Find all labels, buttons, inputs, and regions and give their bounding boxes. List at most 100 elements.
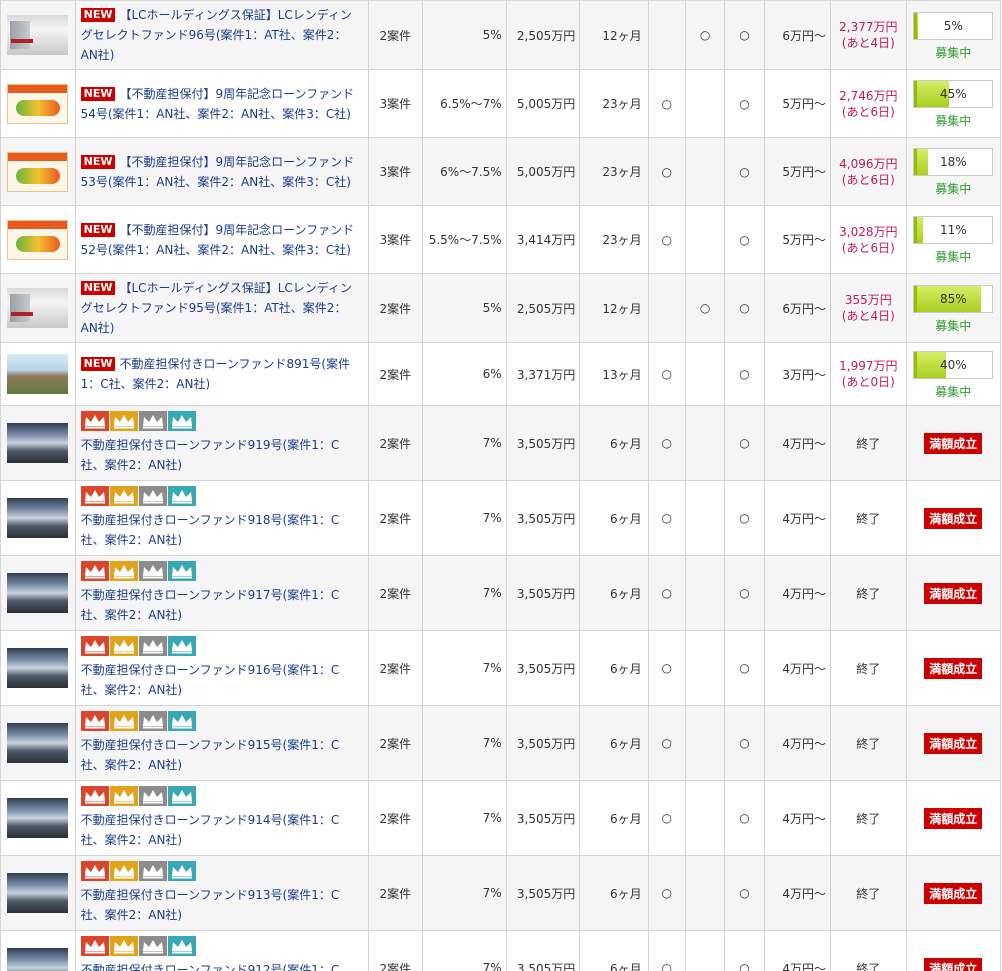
fund-thumbnail-cell[interactable] — [0, 137, 76, 206]
fund-row[interactable]: 不動産担保付きローンファンド913号(案件1：C社、案件2：AN社) 2案件 7… — [0, 855, 1002, 931]
fund-title-link[interactable]: 【不動産担保付】9周年記念ローンファンド52号(案件1：AN社、案件2：AN社、… — [81, 223, 355, 257]
fund-thumbnail-cell[interactable] — [0, 630, 76, 706]
mark-2 — [684, 205, 726, 274]
fund-row[interactable]: NEW 【不動産担保付】9周年記念ローンファンド52号(案件1：AN社、案件2：A… — [0, 205, 1002, 274]
status-cell: 満額成立 — [905, 930, 1002, 971]
fund-thumbnail[interactable] — [7, 15, 69, 55]
fund-row[interactable]: 不動産担保付きローンファンド914号(案件1：C社、案件2：AN社) 2案件 7… — [0, 780, 1002, 856]
fund-thumbnail[interactable] — [7, 83, 69, 124]
mark-3: ○ — [724, 137, 765, 206]
fund-amount: 3,505万円 — [505, 405, 581, 481]
min-investment: 4万円〜 — [763, 705, 831, 781]
fund-title-link[interactable]: 【LCホールディングス保証】LCレンディングセレクトファンド95号(案件1：AT… — [81, 281, 352, 335]
interest-rate: 7% — [421, 705, 507, 781]
fund-thumbnail-cell[interactable] — [0, 205, 76, 274]
fund-row[interactable]: NEW 【不動産担保付】9周年記念ローンファンド53号(案件1：AN社、案件2：A… — [0, 137, 1002, 206]
fund-thumbnail[interactable] — [7, 423, 69, 463]
mark-3: ○ — [724, 930, 765, 971]
crown-rank-icon — [138, 561, 167, 581]
fund-title-link[interactable]: 不動産担保付きローンファンド916号(案件1：C社、案件2：AN社) — [81, 663, 340, 697]
fund-row[interactable]: 不動産担保付きローンファンド912号(案件1：C社、案件2：AN社) 2案件 7… — [0, 930, 1002, 971]
fund-thumbnail-cell[interactable] — [0, 780, 76, 856]
mark-2 — [684, 930, 726, 971]
fund-thumbnail-cell[interactable] — [0, 855, 76, 931]
fund-row[interactable]: 不動産担保付きローンファンド915号(案件1：C社、案件2：AN社) 2案件 7… — [0, 705, 1002, 781]
rating-crowns — [80, 711, 363, 733]
fund-thumbnail-cell[interactable] — [0, 273, 76, 343]
fund-thumbnail-cell[interactable] — [0, 930, 76, 971]
fund-thumbnail[interactable] — [7, 498, 69, 538]
fund-row[interactable]: NEW 【LCホールディングス保証】LCレンディングセレクトファンド95号(案件1… — [0, 273, 1002, 343]
new-badge: NEW — [80, 222, 116, 237]
fund-amount: 3,505万円 — [505, 480, 581, 556]
fund-title-link[interactable]: 不動産担保付きローンファンド915号(案件1：C社、案件2：AN社) — [81, 738, 340, 772]
fund-title-link[interactable]: 不動産担保付きローンファンド917号(案件1：C社、案件2：AN社) — [81, 588, 340, 622]
fund-term: 6ヶ月 — [579, 930, 649, 971]
fund-thumbnail[interactable] — [7, 151, 69, 192]
interest-rate: 7% — [421, 405, 507, 481]
fund-title-link[interactable]: 不動産担保付きローンファンド919号(案件1：C社、案件2：AN社) — [81, 438, 340, 472]
fund-thumbnail[interactable] — [7, 948, 69, 971]
fund-row[interactable]: 不動産担保付きローンファンド919号(案件1：C社、案件2：AN社) 2案件 7… — [0, 405, 1002, 481]
interest-rate: 6.5%〜7% — [421, 69, 507, 138]
fund-title-link[interactable]: 不動産担保付きローンファンド914号(案件1：C社、案件2：AN社) — [81, 813, 340, 847]
fund-row[interactable]: 不動産担保付きローンファンド917号(案件1：C社、案件2：AN社) 2案件 7… — [0, 555, 1002, 631]
fund-title-link[interactable]: 不動産担保付きローンファンド913号(案件1：C社、案件2：AN社) — [81, 888, 340, 922]
fund-title-link[interactable]: 【不動産担保付】9周年記念ローンファンド54号(案件1：AN社、案件2：AN社、… — [81, 87, 355, 121]
crown-rank-icon — [80, 786, 109, 806]
fund-title-link[interactable]: 【LCホールディングス保証】LCレンディングセレクトファンド96号(案件1：AT… — [81, 8, 352, 62]
rating-crowns — [80, 861, 363, 883]
fund-thumbnail-cell[interactable] — [0, 342, 76, 406]
days-left: (あと6日) — [841, 240, 895, 255]
fund-thumbnail[interactable] — [7, 723, 69, 763]
status-cell: 満額成立 — [905, 705, 1002, 781]
fund-thumbnail-cell[interactable] — [0, 705, 76, 781]
fund-thumbnail-cell[interactable] — [0, 555, 76, 631]
case-count: 2案件 — [367, 630, 423, 706]
remaining-amount: 終了 — [856, 961, 881, 971]
fund-row[interactable]: 不動産担保付きローンファンド918号(案件1：C社、案件2：AN社) 2案件 7… — [0, 480, 1002, 556]
fund-thumbnail[interactable] — [7, 219, 69, 260]
fund-row[interactable]: 不動産担保付きローンファンド916号(案件1：C社、案件2：AN社) 2案件 7… — [0, 630, 1002, 706]
fund-thumbnail[interactable] — [7, 798, 69, 838]
remaining-cell: 終了 — [829, 855, 907, 931]
fund-row[interactable]: NEW 【不動産担保付】9周年記念ローンファンド54号(案件1：AN社、案件2：A… — [0, 69, 1002, 138]
interest-rate: 7% — [421, 480, 507, 556]
case-count: 2案件 — [367, 273, 423, 343]
fund-title-link[interactable]: 【不動産担保付】9周年記念ローンファンド53号(案件1：AN社、案件2：AN社、… — [81, 155, 355, 189]
fund-amount: 3,505万円 — [505, 780, 581, 856]
fund-row[interactable]: NEW 不動産担保付きローンファンド891号(案件1：C社、案件2：AN社) 2案… — [0, 342, 1002, 406]
fund-thumbnail-cell[interactable] — [0, 69, 76, 138]
fund-amount: 5,005万円 — [505, 69, 581, 138]
fund-amount: 3,414万円 — [505, 205, 581, 274]
fund-thumbnail-cell[interactable] — [0, 405, 76, 481]
remaining-cell: 3,028万円 (あと6日) — [829, 205, 907, 274]
fund-thumbnail[interactable] — [7, 354, 69, 394]
mark-3: ○ — [724, 705, 765, 781]
fund-title-link[interactable]: 不動産担保付きローンファンド918号(案件1：C社、案件2：AN社) — [81, 513, 340, 547]
fund-thumbnail-cell[interactable] — [0, 480, 76, 556]
fund-thumbnail-cell[interactable] — [0, 0, 76, 70]
mark-3: ○ — [724, 855, 765, 931]
fund-thumbnail[interactable] — [7, 288, 69, 328]
fund-thumbnail[interactable] — [7, 573, 69, 613]
crown-rank-icon — [109, 486, 138, 506]
mark-2 — [684, 705, 726, 781]
rating-crowns — [80, 411, 363, 433]
case-count: 2案件 — [367, 855, 423, 931]
fund-title-link[interactable]: 不動産担保付きローンファンド912号(案件1：C社、案件2：AN社) — [81, 963, 340, 971]
case-count: 2案件 — [367, 930, 423, 971]
interest-rate: 6% — [421, 342, 507, 406]
mark-2: ○ — [684, 273, 726, 343]
new-badge: NEW — [80, 357, 116, 371]
remaining-amount: 終了 — [856, 661, 881, 676]
case-count: 3案件 — [367, 69, 423, 138]
fund-title-link[interactable]: 不動産担保付きローンファンド891号(案件1：C社、案件2：AN社) — [81, 357, 351, 391]
case-count: 2案件 — [367, 405, 423, 481]
fund-row[interactable]: NEW 【LCホールディングス保証】LCレンディングセレクトファンド96号(案件1… — [0, 0, 1002, 70]
status-cell: 18% 募集中 — [905, 137, 1002, 206]
crown-rank-icon — [109, 636, 138, 656]
mark-1: ○ — [647, 69, 686, 138]
fund-thumbnail[interactable] — [7, 648, 69, 688]
fund-thumbnail[interactable] — [7, 873, 69, 913]
